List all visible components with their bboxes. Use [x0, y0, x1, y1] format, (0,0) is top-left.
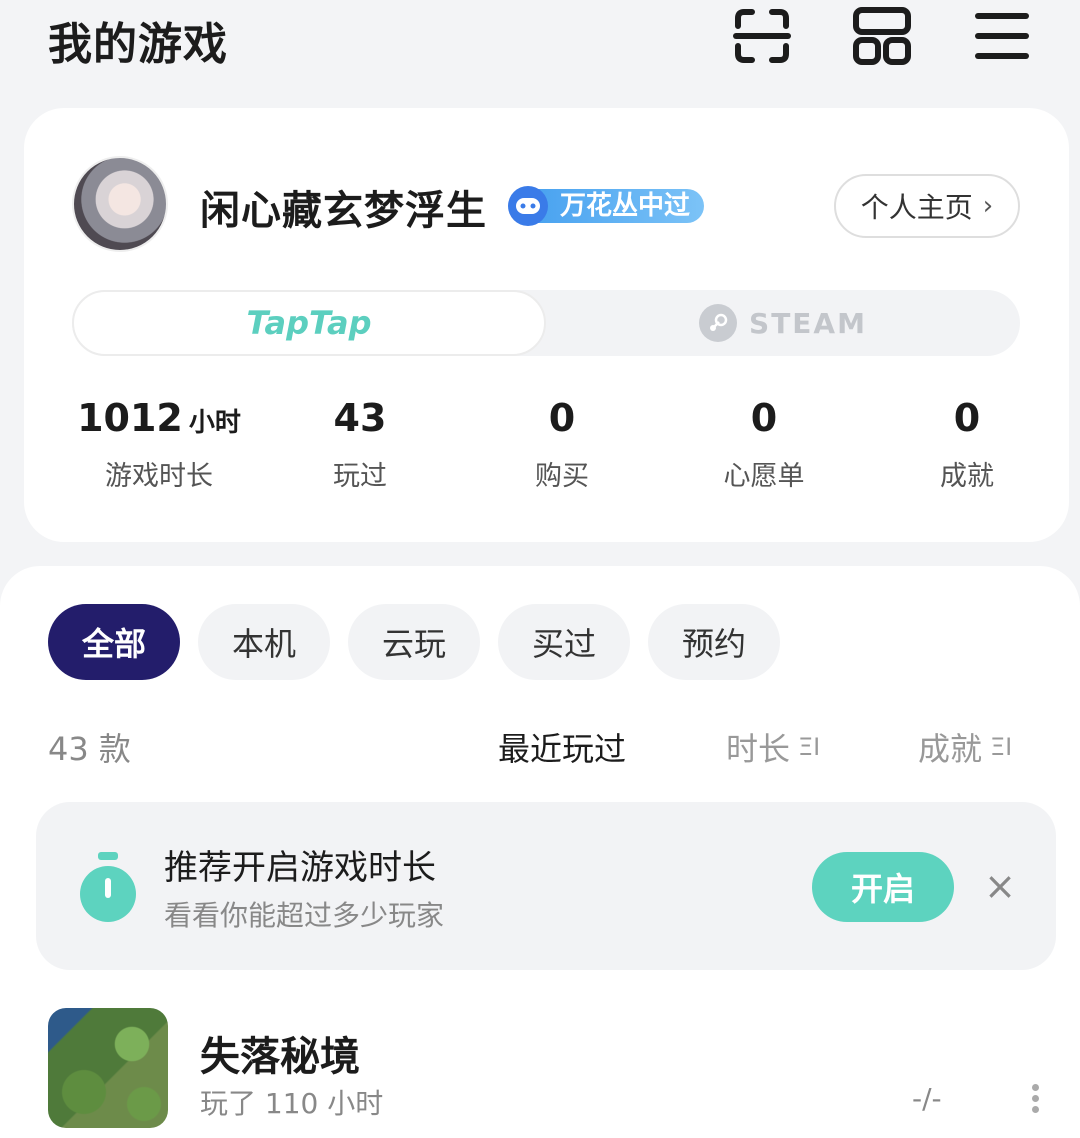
- sort-achievements[interactable]: 成就 ΞI: [918, 724, 1012, 770]
- filter-chip-local[interactable]: 本机: [198, 604, 330, 680]
- game-playtime: 玩了 110 小时: [200, 1087, 384, 1120]
- filter-chip-all[interactable]: 全部: [48, 604, 180, 680]
- menu-icon[interactable]: [972, 6, 1032, 66]
- platform-toggle: TapTap STEAM: [72, 290, 1020, 356]
- tab-steam[interactable]: STEAM: [546, 290, 1020, 356]
- stat-label: 成就: [940, 461, 994, 492]
- stat-value: 1012: [77, 396, 183, 440]
- stat-value: 0: [953, 396, 981, 440]
- game-list-panel: 全部 本机 云玩 买过 预约 43 款 最近玩过 时长 ΞI 成就 ΞI 推荐开…: [0, 566, 1080, 1138]
- stat-value: 0: [750, 396, 778, 440]
- stat-purchased[interactable]: 0 购买: [462, 396, 662, 493]
- steam-label: STEAM: [749, 306, 867, 340]
- sort-recent[interactable]: 最近玩过: [498, 724, 626, 770]
- stat-wishlist[interactable]: 0 心愿单: [664, 396, 864, 493]
- playtime-recommend-banner: 推荐开启游戏时长 看看你能超过多少玩家 开启 ×: [36, 802, 1056, 970]
- filter-chip-reserved[interactable]: 预约: [648, 604, 780, 680]
- steam-icon: [699, 304, 738, 342]
- stat-label: 玩过: [333, 461, 387, 492]
- apps-icon[interactable]: [852, 6, 912, 66]
- username: 闲心藏玄梦浮生: [200, 188, 487, 234]
- stat-label: 游戏时长: [105, 461, 213, 492]
- game-name: 失落秘境: [200, 1034, 360, 1080]
- chevron-right-icon: ›: [982, 191, 994, 221]
- game-achievements: -/-: [912, 1082, 942, 1115]
- game-icon[interactable]: [48, 1008, 168, 1128]
- avatar[interactable]: [72, 156, 168, 252]
- sort-label: 成就: [918, 730, 983, 768]
- personal-homepage-button[interactable]: 个人主页 ›: [834, 174, 1020, 238]
- stat-label: 购买: [535, 461, 589, 492]
- user-badge[interactable]: 万花丛中过: [508, 186, 705, 226]
- scan-icon[interactable]: [732, 6, 792, 66]
- tab-taptap[interactable]: TapTap: [72, 290, 546, 356]
- stopwatch-icon: [76, 852, 140, 924]
- stat-value: 43: [333, 396, 387, 440]
- close-icon[interactable]: ×: [980, 864, 1020, 908]
- enable-button[interactable]: 开启: [812, 852, 954, 922]
- sort-icon: ΞI: [990, 733, 1013, 761]
- filter-chip-cloud[interactable]: 云玩: [348, 604, 480, 680]
- sort-icon: ΞI: [798, 733, 821, 761]
- sort-playtime[interactable]: 时长 ΞI: [726, 724, 820, 770]
- banner-subtitle: 看看你能超过多少玩家: [164, 899, 445, 932]
- badge-label: 万花丛中过: [538, 189, 705, 223]
- stat-unit: 小时: [188, 408, 241, 438]
- more-options-icon[interactable]: [1020, 1080, 1050, 1120]
- profile-card: 闲心藏玄梦浮生 万花丛中过 个人主页 › TapTap STEAM 1012 小时…: [24, 108, 1069, 542]
- stat-played[interactable]: 43 玩过: [260, 396, 460, 493]
- banner-title: 推荐开启游戏时长: [164, 848, 436, 888]
- stat-achievements[interactable]: 0 成就: [867, 396, 1067, 493]
- top-bar: 我的游戏: [0, 0, 1080, 80]
- stat-label: 心愿单: [723, 461, 805, 492]
- homepage-label: 个人主页: [860, 191, 973, 224]
- page-title: 我的游戏: [48, 19, 228, 70]
- list-item[interactable]: 失落秘境 玩了 110 小时 -/-: [0, 1006, 1080, 1136]
- stat-value: 0: [548, 396, 576, 440]
- gamepad-icon: [508, 186, 548, 226]
- game-count: 43 款: [48, 730, 131, 768]
- sort-label: 时长: [726, 730, 791, 768]
- stat-playtime[interactable]: 1012 小时 游戏时长: [59, 396, 259, 493]
- filter-chip-bought[interactable]: 买过: [498, 604, 630, 680]
